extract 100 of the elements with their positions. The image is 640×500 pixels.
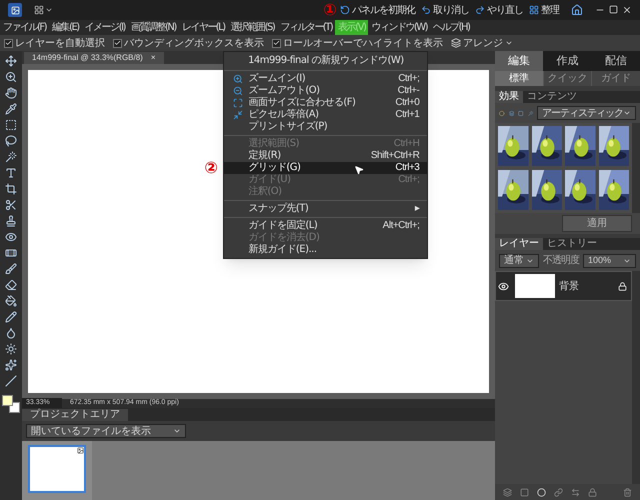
- menu-item[interactable]: 画面サイズに合わせる(F) Ctrl+0: [224, 97, 428, 109]
- clip-icon[interactable]: [571, 488, 580, 496]
- mode-tab[interactable]: 配信: [592, 51, 640, 71]
- link-icon[interactable]: [554, 488, 563, 496]
- opacity-label: 不透明度: [543, 254, 579, 268]
- redo-icon: [475, 5, 485, 15]
- submode-tab[interactable]: 標準: [495, 71, 543, 86]
- line-icon[interactable]: [5, 375, 17, 387]
- filter-dropdown[interactable]: 開いているファイルを表示: [26, 424, 186, 438]
- home-icon[interactable]: [571, 4, 583, 16]
- menu-item[interactable]: スナップ先(T) ▸: [224, 203, 428, 215]
- new-group-icon[interactable]: [520, 488, 529, 496]
- crop-icon[interactable]: [5, 183, 17, 195]
- maximize-icon[interactable]: [609, 5, 618, 14]
- visibility-icon[interactable]: [498, 280, 509, 292]
- toolbar-button[interactable]: パネルを初期化: [340, 2, 415, 18]
- wand-icon[interactable]: [5, 151, 17, 163]
- menu-item[interactable]: 定規(R) Shift+Ctrl+R: [224, 150, 428, 162]
- color-swatches[interactable]: [2, 395, 20, 413]
- annotation-number: ②: [204, 158, 218, 177]
- trash-icon[interactable]: [623, 488, 632, 496]
- menu-item[interactable]: ズームアウト(O) Ctrl+-: [224, 85, 428, 97]
- panel-tab[interactable]: 効果: [495, 91, 523, 103]
- apply-button[interactable]: 適用: [562, 215, 632, 232]
- app-logo: [8, 3, 22, 17]
- layer-row[interactable]: 背景: [495, 271, 632, 301]
- menu-item[interactable]: ガイドを固定(L) Alt+Ctrl+;: [224, 220, 428, 232]
- menu-item[interactable]: ウィンドウ(W): [368, 20, 430, 35]
- arrange-button[interactable]: アレンジ: [451, 36, 513, 50]
- menu-item[interactable]: 新規ガイド(E)...: [224, 244, 428, 256]
- blend-mode-dropdown[interactable]: 通常: [499, 254, 539, 268]
- panel-tab[interactable]: コンテンツ: [523, 91, 581, 103]
- stamp-icon[interactable]: [5, 215, 17, 227]
- menu-item[interactable]: レイヤー(L): [178, 20, 228, 35]
- undo-icon: [421, 5, 431, 15]
- eraser-icon[interactable]: [5, 279, 17, 291]
- paint-bucket-icon[interactable]: [5, 295, 17, 307]
- caret-icon: [173, 427, 181, 435]
- hand-icon[interactable]: [5, 87, 17, 99]
- scissors-icon[interactable]: [5, 199, 17, 211]
- caret-icon: [623, 109, 631, 117]
- opacity-field[interactable]: 100%: [583, 254, 636, 268]
- eyedropper-icon[interactable]: [5, 103, 17, 115]
- reset-icon: [340, 5, 350, 15]
- checkbox[interactable]: [272, 38, 281, 48]
- category-dropdown[interactable]: アーティスティック: [537, 106, 636, 120]
- menu-item[interactable]: ズームイン(I) Ctrl+;: [224, 73, 428, 85]
- type-icon[interactable]: [5, 167, 17, 179]
- mode-tab[interactable]: 編集: [495, 51, 544, 71]
- menu-item[interactable]: フィルター(T): [277, 20, 336, 35]
- menu-item[interactable]: プリントサイズ(P): [224, 121, 428, 133]
- move-icon[interactable]: [5, 55, 17, 67]
- sparkles-icon[interactable]: [5, 359, 17, 371]
- caret-icon: [45, 6, 53, 14]
- marquee-icon[interactable]: [5, 119, 17, 131]
- layer-thumbnail: [515, 274, 555, 298]
- grid-icon: [529, 5, 539, 15]
- lasso-icon[interactable]: [5, 135, 17, 147]
- new-layer-icon[interactable]: [503, 488, 512, 496]
- menu-item[interactable]: ピクセル等倍(A) Ctrl+1: [224, 109, 428, 121]
- pencil-icon[interactable]: [5, 311, 17, 323]
- checkbox-label: ロールオーバーでハイライトを表示: [283, 36, 443, 50]
- checkbox-label: レイヤーを自動選択: [15, 36, 105, 50]
- layers-icon: [451, 38, 461, 48]
- checkbox[interactable]: [113, 38, 122, 48]
- sun-icon[interactable]: [5, 343, 17, 355]
- menu-item[interactable]: グリッド(G) Ctrl+3: [224, 162, 428, 174]
- caret-icon: [505, 39, 513, 47]
- lock-icon[interactable]: [588, 488, 597, 496]
- close-icon[interactable]: ×: [150, 52, 156, 64]
- cursor-icon: [354, 165, 364, 175]
- droplet-icon[interactable]: [5, 327, 17, 339]
- checkbox-label: バウンディングボックスを表示: [124, 36, 264, 50]
- zoom-icon[interactable]: [5, 71, 17, 83]
- menu-item[interactable]: 選択範囲(S): [228, 20, 278, 35]
- mode-tab[interactable]: 作成: [543, 51, 592, 71]
- menu-item[interactable]: ヘルプ(H): [430, 20, 472, 35]
- toolbar-button[interactable]: 整理: [529, 2, 559, 18]
- menu-item[interactable]: 編集(E): [49, 20, 82, 35]
- document-tab[interactable]: 14m999-final @ 33.3%(RGB/8) ×: [24, 52, 164, 64]
- menu-item[interactable]: イメージ(I): [82, 20, 128, 35]
- brush-icon[interactable]: [5, 263, 17, 275]
- close-icon[interactable]: [622, 5, 632, 15]
- panel-tab[interactable]: プロジェクトエリア: [22, 409, 128, 421]
- eye-icon[interactable]: [5, 231, 17, 243]
- bandage-icon[interactable]: [5, 247, 17, 259]
- checkbox[interactable]: [4, 38, 13, 48]
- toolbar-button[interactable]: 取り消し: [421, 2, 469, 18]
- thumbnail[interactable]: [28, 445, 86, 493]
- panel-tab[interactable]: ヒストリー: [543, 238, 601, 250]
- toolbar-button[interactable]: やり直し: [475, 2, 523, 18]
- layout-icon: [34, 5, 44, 15]
- scrollbar[interactable]: [632, 271, 640, 484]
- annotation-number: ①: [323, 0, 337, 19]
- menu-item[interactable]: ファイル(F): [0, 20, 50, 35]
- adjustment-icon[interactable]: [537, 488, 546, 496]
- menu-item[interactable]: 14m999-final の新規ウィンドウ(W): [224, 54, 428, 68]
- layout-button[interactable]: [34, 5, 53, 15]
- panel-tab[interactable]: レイヤー: [495, 238, 543, 250]
- menu-item[interactable]: 画質調整(N): [128, 20, 179, 35]
